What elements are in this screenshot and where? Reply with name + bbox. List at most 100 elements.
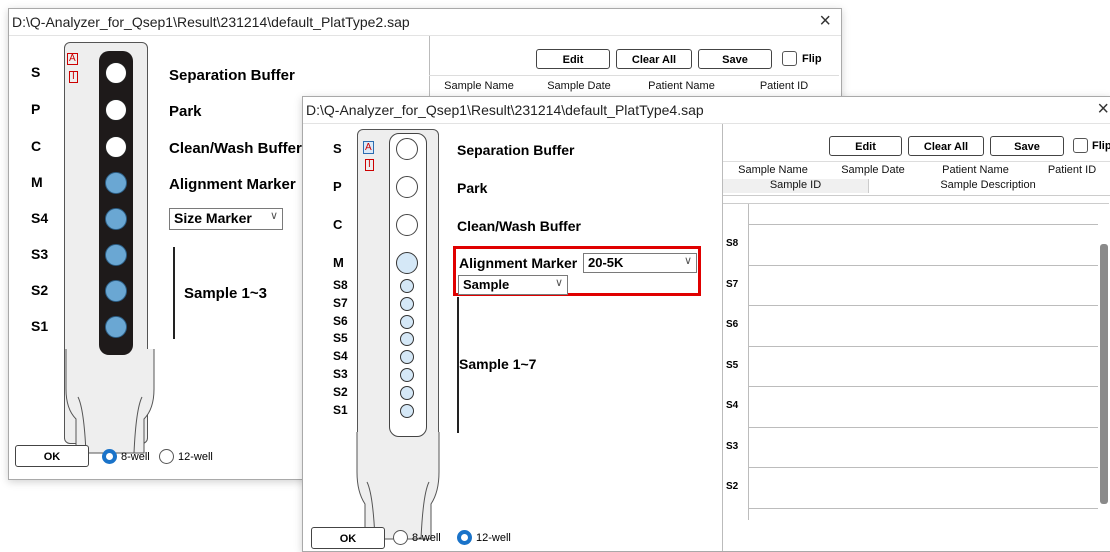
well-c[interactable] xyxy=(105,136,127,158)
sample-type-select[interactable]: Sample ∨ xyxy=(458,275,568,295)
window-title: D:\Q-Analyzer_for_Qsep1\Result\231214\de… xyxy=(306,102,704,118)
row-label: S7 xyxy=(333,295,348,310)
strip-mark-bottom: I xyxy=(69,71,78,83)
row-label: S3 xyxy=(333,367,348,381)
save-button[interactable]: Save xyxy=(990,136,1064,156)
close-icon[interactable]: × xyxy=(819,11,831,31)
clear-all-button[interactable]: Clear All xyxy=(908,136,984,156)
well-p[interactable] xyxy=(396,176,418,198)
park-label: Park xyxy=(169,103,202,120)
header-patient-id[interactable]: Patient ID xyxy=(734,80,834,92)
row-label: S2 xyxy=(31,282,49,298)
window-plat-type4: D:\Q-Analyzer_for_Qsep1\Result\231214\de… xyxy=(302,96,1110,552)
title-bar: D:\Q-Analyzer_for_Qsep1\Result\231214\de… xyxy=(9,9,841,36)
clear-all-button[interactable]: Clear All xyxy=(616,49,692,69)
edit-button[interactable]: Edit xyxy=(536,49,610,69)
row-label: S6 xyxy=(333,313,348,328)
well-c[interactable] xyxy=(396,214,418,236)
row-label: S5 xyxy=(333,331,348,346)
separation-buffer-label: Separation Buffer xyxy=(169,67,295,84)
table-row-label: S6 xyxy=(726,319,739,330)
row-label: C xyxy=(31,138,42,154)
table-scrollbar[interactable] xyxy=(1100,244,1108,504)
table-row[interactable] xyxy=(748,507,1098,509)
header-sample-date[interactable]: Sample Date xyxy=(529,80,629,92)
ok-button[interactable]: OK xyxy=(311,527,385,549)
title-bar: D:\Q-Analyzer_for_Qsep1\Result\231214\de… xyxy=(303,97,1110,124)
table-row[interactable] xyxy=(748,264,1098,266)
row-label: S2 xyxy=(333,384,348,399)
well-s2[interactable] xyxy=(105,280,127,302)
table-row-label: S3 xyxy=(726,440,739,452)
radio-8-well[interactable] xyxy=(102,449,117,464)
well-s3[interactable] xyxy=(400,368,414,382)
table-row-label: S8 xyxy=(726,238,739,249)
flip-label: Flip xyxy=(802,53,822,65)
table-row[interactable] xyxy=(748,386,1098,387)
radio-12-well[interactable] xyxy=(457,530,472,545)
table-row[interactable] xyxy=(748,305,1098,306)
flip-checkbox[interactable] xyxy=(1073,138,1088,153)
well-s7[interactable] xyxy=(400,296,414,311)
table-row[interactable] xyxy=(748,224,1098,225)
strip-tail-icon xyxy=(65,349,155,454)
ok-button[interactable]: OK xyxy=(15,445,89,467)
well-s6[interactable] xyxy=(400,314,414,329)
flip-checkbox[interactable] xyxy=(782,51,797,66)
well-m[interactable] xyxy=(396,252,418,274)
row-label: S xyxy=(333,141,342,156)
edit-button[interactable]: Edit xyxy=(829,136,902,156)
row-label: C xyxy=(333,217,343,232)
header-sample-name[interactable]: Sample Name xyxy=(723,164,823,176)
row-label: S8 xyxy=(333,278,348,292)
save-button[interactable]: Save xyxy=(698,49,772,69)
table-header-row-1: Sample Name Sample Date Patient Name Pat… xyxy=(723,161,1110,178)
header-sample-date[interactable]: Sample Date xyxy=(823,164,923,176)
well-s[interactable] xyxy=(105,62,127,84)
header-sample-name[interactable]: Sample Name xyxy=(429,80,529,92)
radio-8-well[interactable] xyxy=(393,530,408,545)
alignment-marker-select[interactable]: 20-5K ∨ xyxy=(583,253,697,273)
header-patient-id[interactable]: Patient ID xyxy=(1028,164,1110,176)
header-sample-description[interactable]: Sample Description xyxy=(868,179,1108,191)
well-s2[interactable] xyxy=(400,385,414,400)
row-label: S3 xyxy=(31,246,49,262)
size-marker-select[interactable]: Size Marker ∨ xyxy=(169,208,283,230)
row-label: P xyxy=(31,101,41,117)
header-sample-id[interactable]: Sample ID xyxy=(723,179,869,193)
sample-table-body: S8 S7 S6 S5 S4 S3 S2 xyxy=(723,203,1109,520)
well-s1[interactable] xyxy=(400,403,414,418)
radio-12-well[interactable] xyxy=(159,449,174,464)
strip-mark-top: A xyxy=(363,141,374,154)
well-s4[interactable] xyxy=(105,208,127,230)
well-p[interactable] xyxy=(105,99,127,121)
table-row[interactable] xyxy=(748,426,1098,428)
alignment-marker-label: Alignment Marker xyxy=(169,176,296,193)
radio-12-well-label: 12-well xyxy=(476,532,511,544)
table-header-row-2: Sample ID Sample Description xyxy=(723,177,1110,196)
table-row-label: S2 xyxy=(726,481,739,492)
well-s8[interactable] xyxy=(400,279,414,293)
close-icon[interactable]: × xyxy=(1097,99,1109,119)
table-row[interactable] xyxy=(748,467,1098,468)
row-label: P xyxy=(333,179,342,194)
clean-wash-buffer-label: Clean/Wash Buffer xyxy=(457,218,581,234)
well-m[interactable] xyxy=(105,172,127,194)
header-patient-name[interactable]: Patient Name xyxy=(923,164,1028,176)
well-s1[interactable] xyxy=(105,316,127,338)
header-patient-name[interactable]: Patient Name xyxy=(629,80,734,92)
well-s[interactable] xyxy=(396,138,418,160)
chevron-down-icon: ∨ xyxy=(683,255,692,267)
table-index-column-divider xyxy=(748,204,749,520)
table-row[interactable] xyxy=(748,345,1098,347)
table-header-row: Sample Name Sample Date Patient Name Pat… xyxy=(429,75,839,96)
row-label: S1 xyxy=(333,402,348,417)
radio-12-well-label: 12-well xyxy=(178,451,213,463)
alignment-marker-label: Alignment Marker xyxy=(459,255,578,271)
table-row-label: S4 xyxy=(726,400,739,411)
park-label: Park xyxy=(457,180,488,196)
well-column-band xyxy=(99,51,133,355)
row-label: M xyxy=(31,174,43,190)
table-row-label: S5 xyxy=(726,359,739,371)
well-s3[interactable] xyxy=(105,244,127,266)
